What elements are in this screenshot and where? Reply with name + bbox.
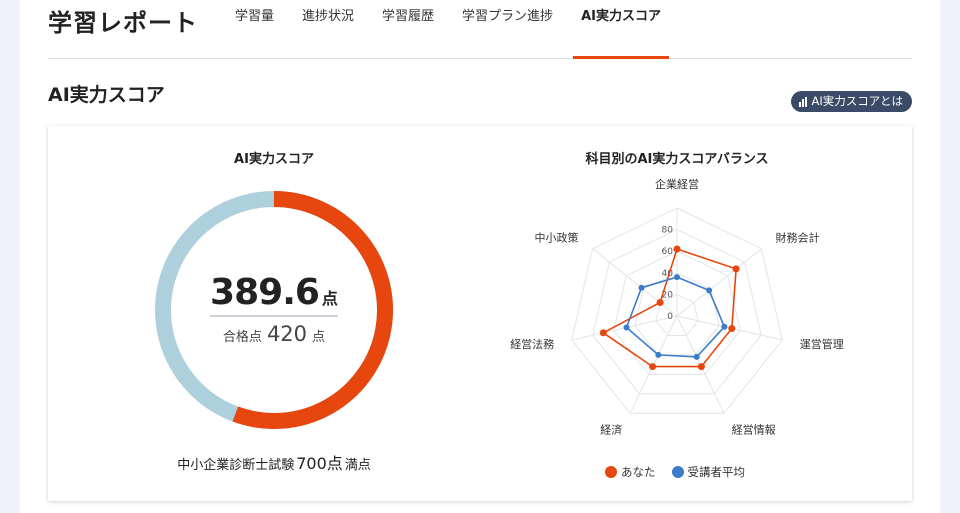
radar-point-you (599, 329, 607, 337)
radar-legend: あなた 受講者平均 (605, 464, 745, 480)
radar-category-label: 経営法務 (510, 337, 554, 351)
radar-point-average (655, 351, 662, 358)
legend-label-average: 受講者平均 (687, 465, 746, 479)
radar-category-label: 経営情報 (732, 423, 776, 437)
radar-tick-label: 0 (667, 312, 673, 322)
radar-chart: 020406080企業経営財務会計運営管理経営情報経済経営法務中小政策 (510, 177, 844, 437)
radar-category-label: 経済 (600, 423, 622, 437)
radar-point-average (623, 324, 630, 331)
legend-marker-you (605, 466, 617, 478)
radar-point-average (706, 287, 713, 294)
radar-point-you (732, 265, 740, 273)
radar-point-you (728, 325, 736, 332)
radar-point-average (693, 353, 700, 360)
radar-point-you (649, 363, 657, 371)
radar-category-label: 企業経営 (655, 177, 699, 191)
radar-tick-label: 80 (662, 226, 674, 236)
radar-point-you (673, 245, 681, 253)
radar-point-average (721, 323, 728, 330)
radar-category-label: 中小政策 (535, 230, 579, 244)
radar-category-label: 財務会計 (776, 230, 820, 244)
legend-label-you: あなた (621, 465, 656, 479)
legend-item-average[interactable]: 受講者平均 (671, 464, 746, 480)
legend-item-you[interactable]: あなた (605, 464, 656, 480)
legend-marker-average (671, 466, 684, 478)
radar-category-label: 運営管理 (800, 337, 844, 351)
radar-point-you (697, 363, 705, 371)
radar-tick-label: 60 (662, 247, 674, 257)
radar-point-you (656, 299, 664, 306)
radar-point-average (674, 274, 680, 281)
radar-point-average (638, 284, 645, 291)
